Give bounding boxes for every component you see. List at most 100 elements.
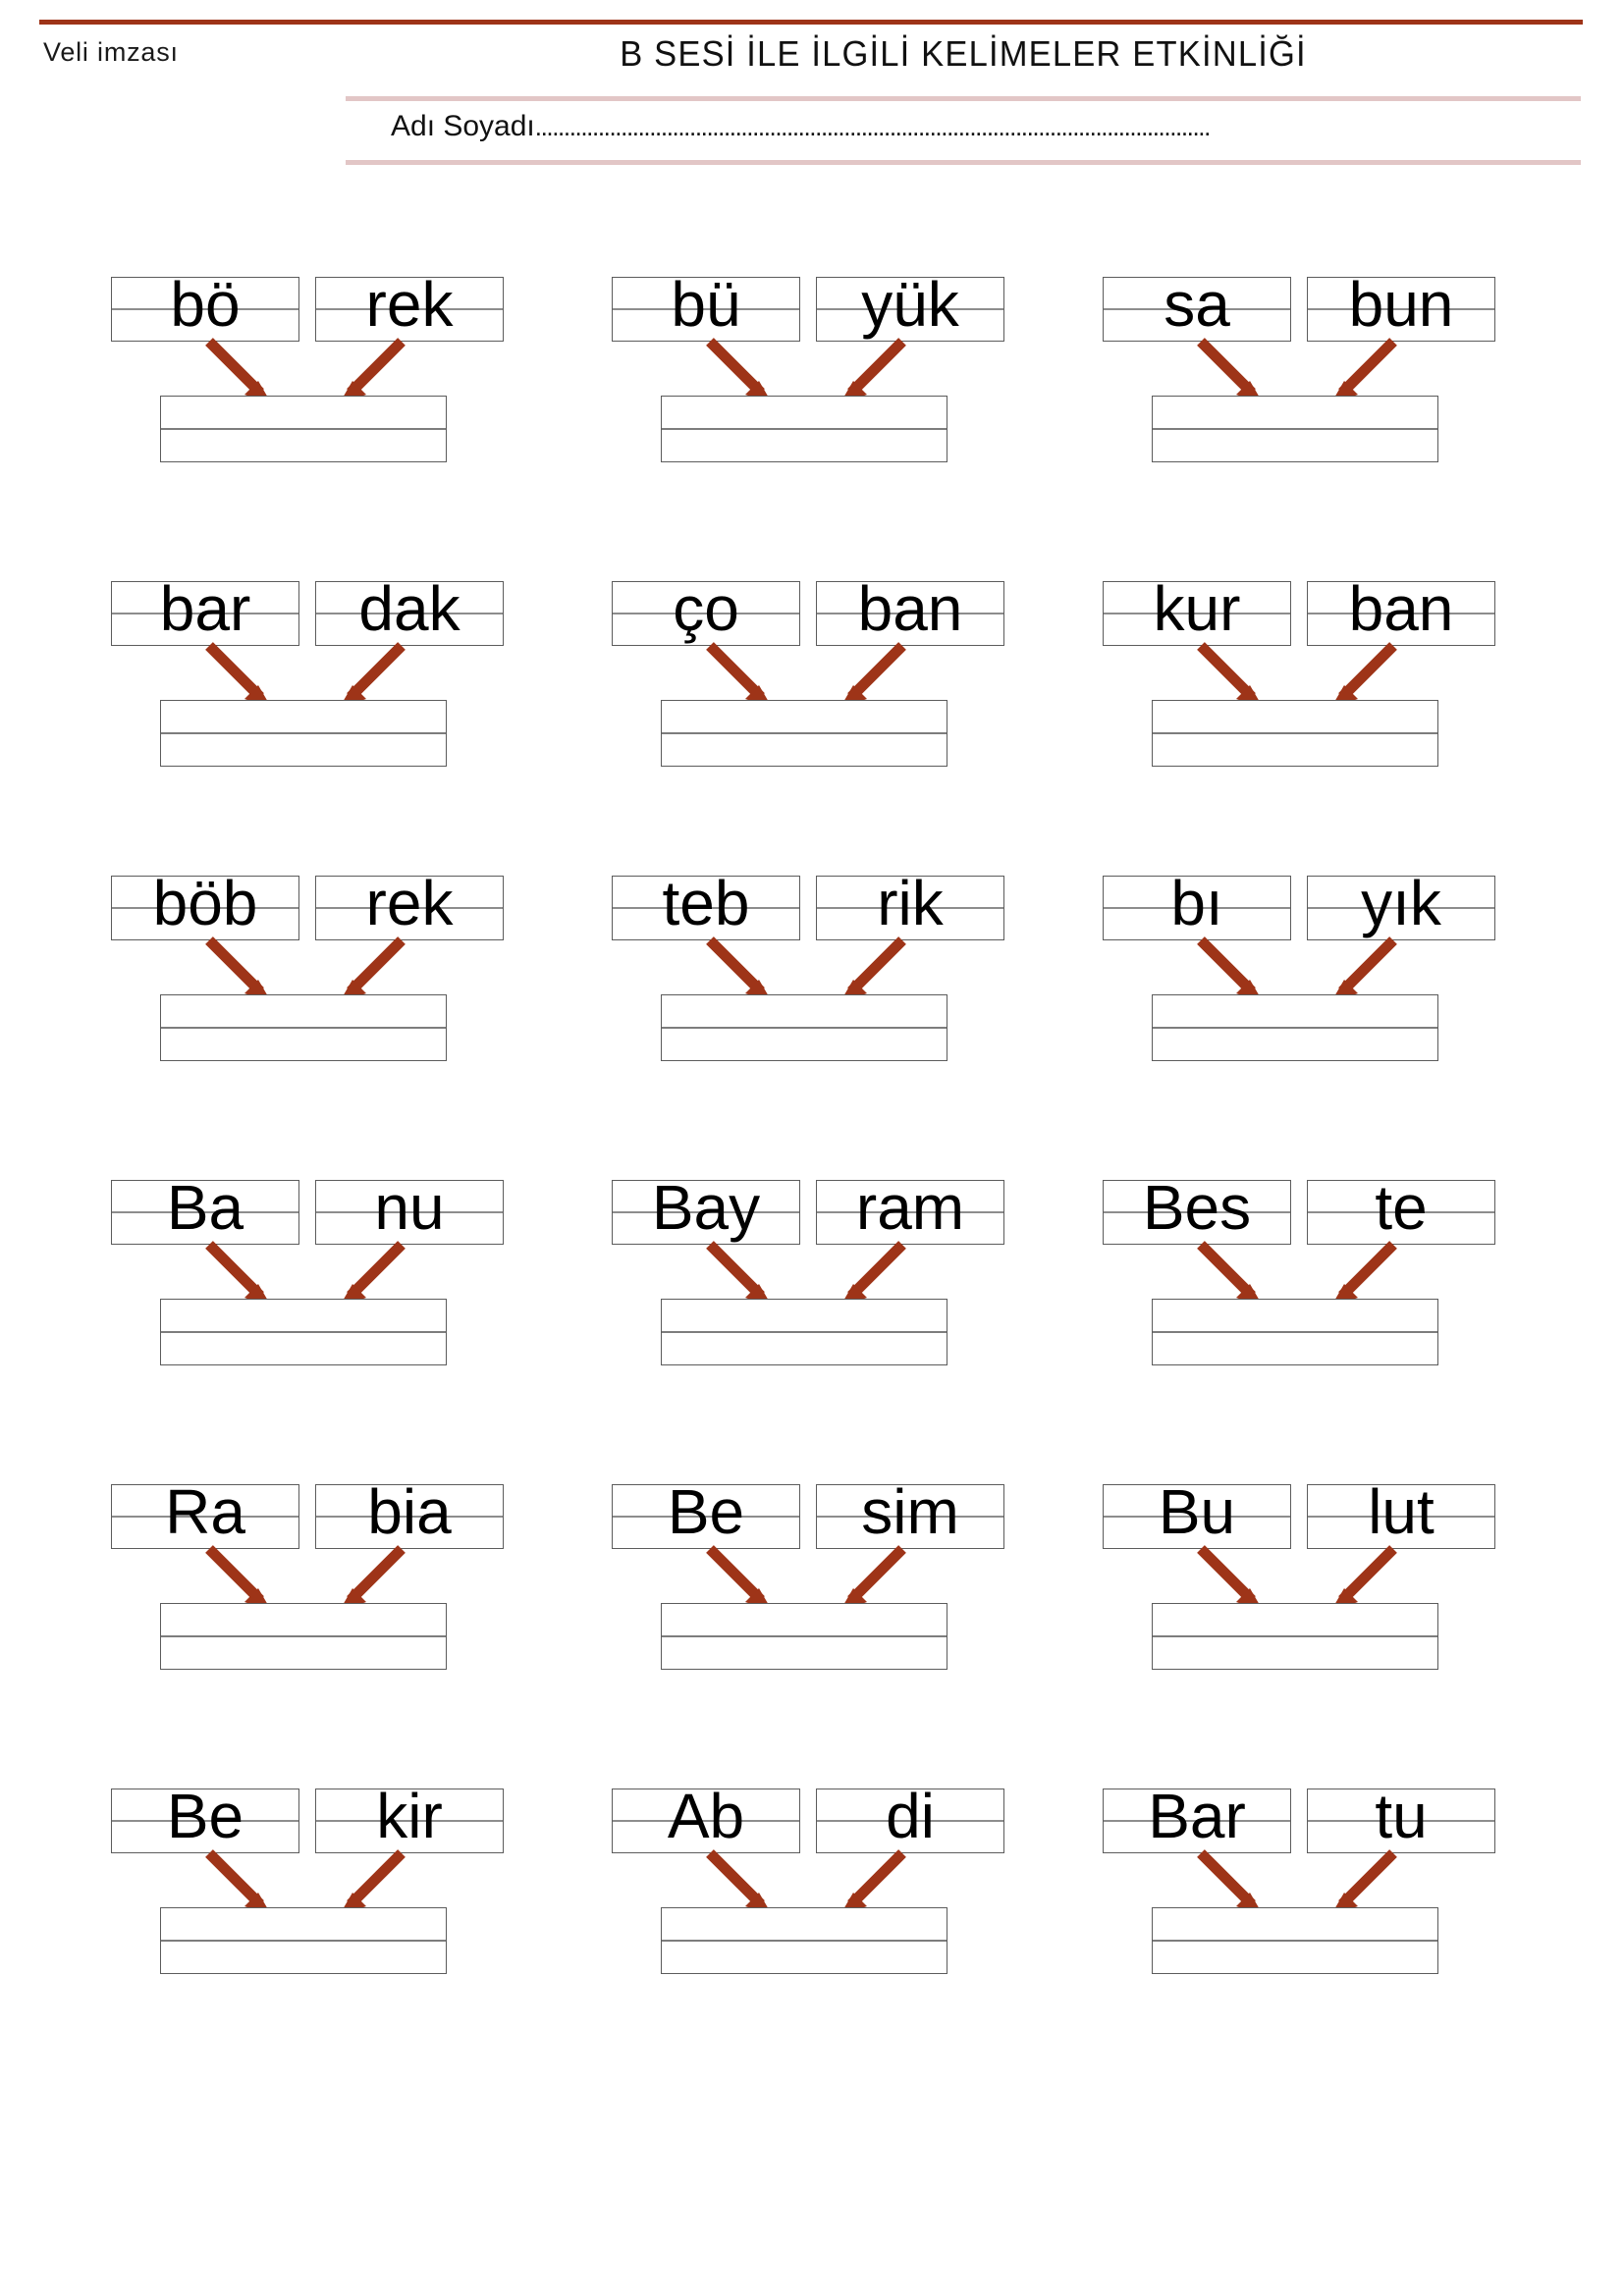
syllable-text-first: kur — [1153, 573, 1241, 644]
answer-box[interactable] — [160, 1299, 447, 1365]
syllable-box-first: Ra — [111, 1476, 299, 1549]
syllable-text-first: ço — [673, 573, 739, 644]
syllable-box-first: Bay — [612, 1172, 800, 1245]
syllable-text-first: bar — [159, 573, 251, 644]
syllable-box-first: böb — [111, 868, 299, 940]
syllable-text-second: kir — [376, 1781, 443, 1851]
syllable-box-second: tu — [1307, 1781, 1495, 1853]
syllable-box-second: yük — [816, 269, 1004, 342]
answer-box[interactable] — [160, 396, 447, 462]
exercise-item: Ba nu — [93, 1172, 555, 1474]
syllable-text-first: böb — [152, 868, 258, 938]
syllable-text-first: bö — [170, 269, 241, 340]
syllable-text-first: bü — [671, 269, 741, 340]
syllable-text-second: rik — [877, 868, 944, 938]
answer-box[interactable] — [160, 1907, 447, 1974]
syllable-text-second: rek — [365, 269, 454, 340]
exercise-item: bı yık — [1085, 868, 1546, 1170]
syllable-text-second: yık — [1361, 868, 1441, 938]
syllable-box-first: Be — [111, 1781, 299, 1853]
exercise-item: Bar tu — [1085, 1781, 1546, 2083]
syllable-box-first: bö — [111, 269, 299, 342]
exercise-grid: bö rek bü yük sa bun bar dak ço ban kur ban böb rek te… — [0, 0, 1624, 2296]
writing-midline — [161, 428, 446, 430]
exercise-item: kur ban — [1085, 573, 1546, 876]
writing-midline — [1153, 1027, 1437, 1029]
exercise-item: Bay ram — [594, 1172, 1056, 1474]
syllable-text-first: Be — [166, 1781, 244, 1851]
writing-midline — [662, 1331, 947, 1333]
syllable-box-first: bı — [1103, 868, 1291, 940]
syllable-text-first: bı — [1170, 868, 1223, 938]
answer-box[interactable] — [1152, 396, 1438, 462]
exercise-item: Bes te — [1085, 1172, 1546, 1474]
writing-midline — [662, 1940, 947, 1942]
exercise-item: Ab di — [594, 1781, 1056, 2083]
exercise-item: sa bun — [1085, 269, 1546, 571]
answer-box[interactable] — [1152, 1603, 1438, 1670]
answer-box[interactable] — [160, 1603, 447, 1670]
syllable-box-second: dak — [315, 573, 504, 646]
writing-midline — [662, 1635, 947, 1637]
syllable-box-second: bun — [1307, 269, 1495, 342]
exercise-item: ço ban — [594, 573, 1056, 876]
syllable-text-first: Bar — [1148, 1781, 1246, 1851]
syllable-text-second: yük — [861, 269, 959, 340]
syllable-box-first: kur — [1103, 573, 1291, 646]
answer-box[interactable] — [160, 700, 447, 767]
syllable-text-first: Ab — [667, 1781, 745, 1851]
syllable-text-second: di — [886, 1781, 935, 1851]
answer-box[interactable] — [661, 700, 947, 767]
answer-box[interactable] — [661, 1299, 947, 1365]
syllable-box-first: Bes — [1103, 1172, 1291, 1245]
syllable-text-first: Ra — [165, 1476, 245, 1547]
writing-midline — [161, 1331, 446, 1333]
syllable-box-first: bü — [612, 269, 800, 342]
syllable-text-second: rek — [365, 868, 454, 938]
syllable-box-second: sim — [816, 1476, 1004, 1549]
writing-midline — [662, 732, 947, 734]
syllable-text-second: bun — [1348, 269, 1454, 340]
syllable-box-first: Bu — [1103, 1476, 1291, 1549]
answer-box[interactable] — [1152, 700, 1438, 767]
answer-box[interactable] — [661, 994, 947, 1061]
syllable-box-second: rek — [315, 868, 504, 940]
answer-box[interactable] — [661, 1907, 947, 1974]
syllable-text-second: dak — [358, 573, 460, 644]
answer-box[interactable] — [1152, 1907, 1438, 1974]
answer-box[interactable] — [1152, 994, 1438, 1061]
syllable-box-second: kir — [315, 1781, 504, 1853]
worksheet-page: Veli imzası B SESİ İLE İLGİLİ KELİMELER … — [0, 0, 1624, 2296]
syllable-box-second: yık — [1307, 868, 1495, 940]
syllable-text-first: Ba — [166, 1172, 244, 1243]
syllable-box-first: Ba — [111, 1172, 299, 1245]
syllable-box-second: rik — [816, 868, 1004, 940]
answer-box[interactable] — [1152, 1299, 1438, 1365]
writing-midline — [161, 1027, 446, 1029]
answer-box[interactable] — [160, 994, 447, 1061]
syllable-box-first: bar — [111, 573, 299, 646]
exercise-item: Be kir — [93, 1781, 555, 2083]
writing-midline — [1153, 1331, 1437, 1333]
syllable-text-second: tu — [1375, 1781, 1428, 1851]
answer-box[interactable] — [661, 396, 947, 462]
syllable-box-first: sa — [1103, 269, 1291, 342]
exercise-item: böb rek — [93, 868, 555, 1170]
syllable-box-first: teb — [612, 868, 800, 940]
syllable-text-second: nu — [374, 1172, 445, 1243]
syllable-box-first: ço — [612, 573, 800, 646]
syllable-text-second: sim — [861, 1476, 959, 1547]
exercise-item: bar dak — [93, 573, 555, 876]
syllable-box-second: ban — [816, 573, 1004, 646]
exercise-item: bö rek — [93, 269, 555, 571]
syllable-box-second: te — [1307, 1172, 1495, 1245]
syllable-box-second: lut — [1307, 1476, 1495, 1549]
writing-midline — [161, 1940, 446, 1942]
syllable-text-first: sa — [1164, 269, 1230, 340]
syllable-text-second: ban — [857, 573, 963, 644]
writing-midline — [161, 1635, 446, 1637]
answer-box[interactable] — [661, 1603, 947, 1670]
exercise-item: Bu lut — [1085, 1476, 1546, 1779]
syllable-box-second: bia — [315, 1476, 504, 1549]
syllable-text-second: ban — [1348, 573, 1454, 644]
